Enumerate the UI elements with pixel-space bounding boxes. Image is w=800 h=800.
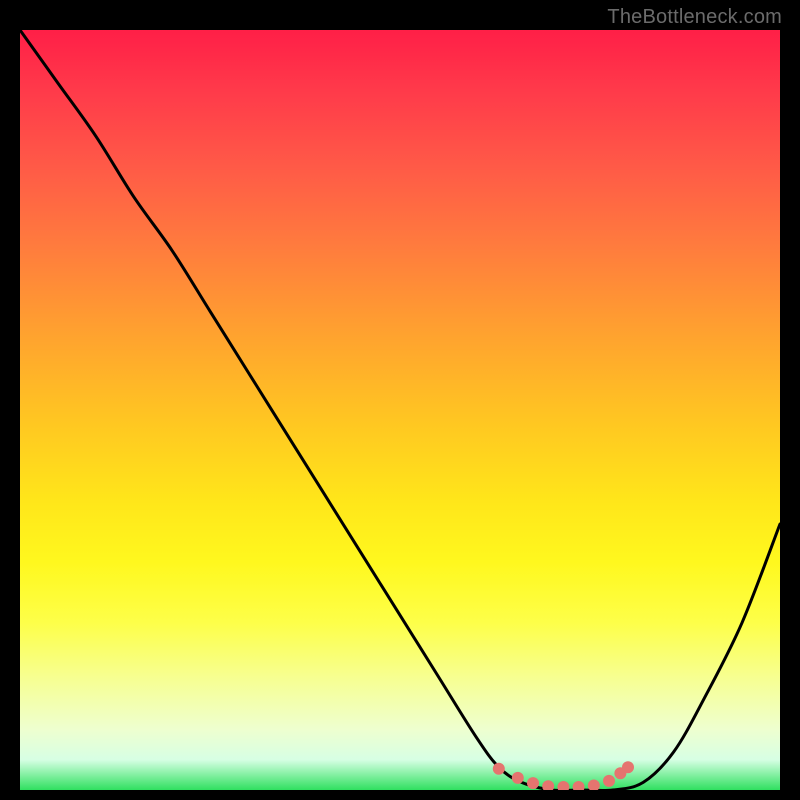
- valley-marker: [557, 781, 569, 790]
- watermark: TheBottleneck.com: [607, 6, 782, 29]
- valley-marker: [573, 781, 585, 790]
- plot-area: [20, 30, 780, 790]
- valley-marker: [542, 780, 554, 790]
- valley-marker: [588, 779, 600, 790]
- bottleneck-curve: [20, 30, 780, 790]
- valley-marker: [527, 777, 539, 789]
- valley-marker: [512, 772, 524, 784]
- valley-marker: [622, 761, 634, 773]
- chart-frame: TheBottleneck.com: [0, 0, 800, 800]
- valley-marker: [603, 775, 615, 787]
- valley-marker: [493, 763, 505, 775]
